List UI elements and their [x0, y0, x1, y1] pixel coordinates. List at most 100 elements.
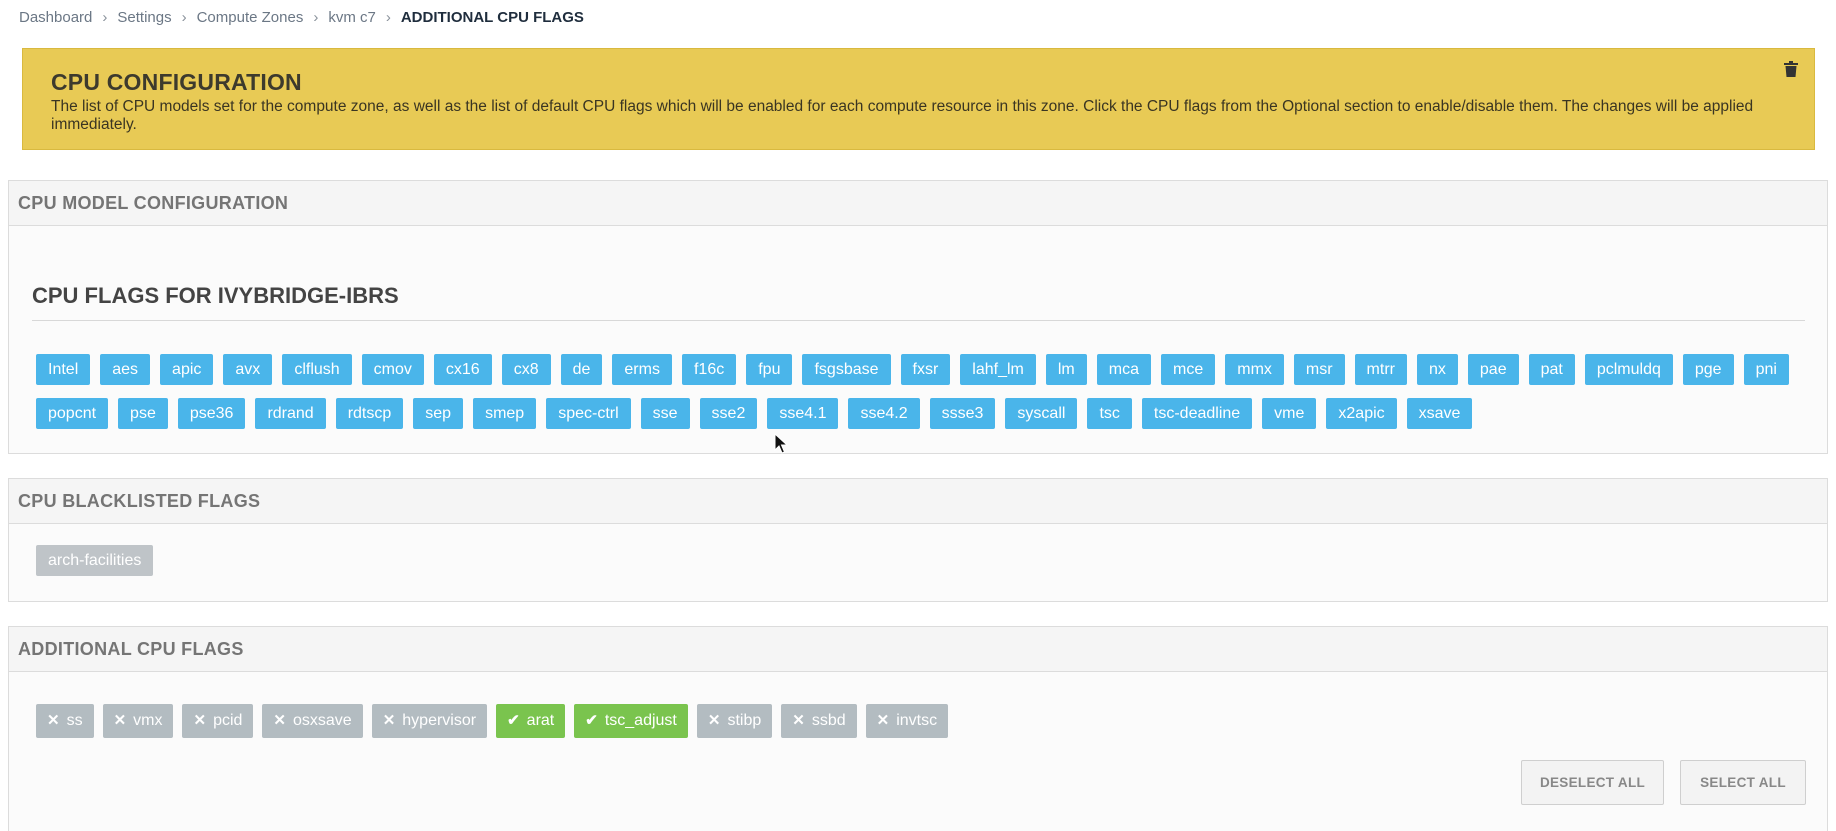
cpu-flag-tag: pse [118, 398, 168, 429]
cpu-flag-tag: pni [1743, 354, 1789, 385]
cpu-flag-tag: cx16 [433, 354, 492, 385]
cpu-flag-list: Intel aes apic avx clflush cmov cx16 cx8 de erms f… [36, 354, 1826, 429]
additional-flag-toggle-tsc_adjust[interactable]: ✔ tsc_adjust [574, 704, 688, 738]
alert-title: CPU CONFIGURATION [51, 69, 302, 95]
additional-flag-toggle-arat[interactable]: ✔ arat [496, 704, 566, 738]
additional-flag-toggle-hypervisor[interactable]: ✕ hypervisor [371, 704, 488, 738]
cpu-flag-tag: mmx [1225, 354, 1284, 385]
additional-flag-toggle-osxsave[interactable]: ✕ osxsave [262, 704, 363, 738]
cpu-flag-tag: lahf_lm [960, 354, 1036, 385]
close-icon: ✕ [193, 712, 207, 729]
cpu-flag-tag: ssse3 [929, 398, 996, 429]
additional-flag-toggle-invtsc[interactable]: ✕ invtsc [865, 704, 949, 738]
flag-label: stibp [727, 712, 762, 729]
cpu-flag-tag: f16c [681, 354, 737, 385]
check-icon: ✔ [507, 712, 520, 729]
cpu-flag-tag: pclmuldq [1584, 354, 1673, 385]
breadcrumb-kvm-c7[interactable]: kvm c7 [328, 9, 376, 26]
cpu-flag-tag: spec-ctrl [546, 398, 631, 429]
flag-label: ss [66, 712, 83, 729]
cpu-flag-tag: aes [100, 354, 151, 385]
additional-cpu-flags-panel: ADDITIONAL CPU FLAGS ✕ ss ✕ vmx ✕ pcid ✕ osxsav… [8, 626, 1828, 831]
cpu-flag-tag: vme [1262, 398, 1317, 429]
cpu-flag-tag: cmov [361, 354, 424, 385]
flag-label: vmx [133, 712, 163, 729]
cpu-flag-tag: pae [1467, 354, 1519, 385]
flag-label: osxsave [293, 712, 352, 729]
cpu-flag-tag: fxsr [900, 354, 951, 385]
cpu-flag-tag: sse4.1 [767, 398, 839, 429]
cpu-flag-tag: smep [473, 398, 537, 429]
cpu-flag-tag: pat [1528, 354, 1575, 385]
trash-icon[interactable] [1784, 61, 1798, 77]
close-icon: ✕ [113, 712, 127, 729]
cpu-flag-tag: mtrr [1354, 354, 1407, 385]
flag-label: invtsc [896, 712, 938, 729]
cpu-flag-tag: tsc [1087, 398, 1132, 429]
breadcrumb: Dashboard › Settings › Compute Zones › k… [19, 9, 584, 26]
breadcrumb-settings[interactable]: Settings [117, 9, 171, 26]
chevron-right-icon: › [313, 9, 319, 26]
additional-flag-toggle-pcid[interactable]: ✕ pcid [182, 704, 254, 738]
blacklisted-flag-list: arch-facilities [36, 545, 154, 576]
cpu-model-configuration-panel: CPU MODEL CONFIGURATION CPU FLAGS FOR IV… [8, 180, 1828, 454]
chevron-right-icon: › [181, 9, 187, 26]
breadcrumb-dashboard[interactable]: Dashboard [19, 9, 92, 26]
cpu-flag-tag: avx [223, 354, 273, 385]
cpu-flag-tag: sse4.2 [848, 398, 920, 429]
close-icon: ✕ [876, 712, 890, 729]
cpu-flag-tag: sep [413, 398, 464, 429]
additional-flag-toggle-ssbd[interactable]: ✕ ssbd [781, 704, 857, 738]
cpu-flag-tag: lm [1045, 354, 1087, 385]
close-icon: ✕ [273, 712, 286, 729]
flag-label: pcid [213, 712, 243, 729]
cpu-flag-tag: apic [160, 354, 214, 385]
cpu-flag-tag: clflush [282, 354, 352, 385]
cpu-flag-tag: xsave [1406, 398, 1473, 429]
cpu-flag-tag: mce [1161, 354, 1216, 385]
cpu-flag-tag: rdrand [255, 398, 326, 429]
chevron-right-icon: › [385, 9, 391, 26]
flag-label: arat [526, 712, 555, 729]
cpu-flag-tag: sse2 [699, 398, 758, 429]
deselect-all-button[interactable]: DESELECT ALL [1521, 760, 1664, 805]
cpu-flag-tag: syscall [1005, 398, 1078, 429]
close-icon: ✕ [382, 712, 396, 729]
cpu-flag-tag: nx [1416, 354, 1458, 385]
additional-flag-toggle-stibp[interactable]: ✕ stibp [696, 704, 773, 738]
cpu-flag-tag: Intel [36, 354, 91, 385]
select-all-button[interactable]: SELECT ALL [1680, 760, 1806, 805]
cpu-flag-tag: mca [1096, 354, 1151, 385]
cpu-configuration-alert: CPU CONFIGURATION The list of CPU models… [22, 48, 1815, 150]
cpu-flag-tag: msr [1293, 354, 1345, 385]
cpu-flag-tag: rdtscp [335, 398, 404, 429]
cpu-flag-tag: popcnt [36, 398, 109, 429]
panel-title: CPU MODEL CONFIGURATION [9, 181, 1827, 226]
blacklisted-flag-tag: arch-facilities [36, 545, 154, 576]
cpu-flag-tag: pse36 [177, 398, 246, 429]
cpu-flag-tag: pge [1682, 354, 1734, 385]
additional-flag-list: ✕ ss ✕ vmx ✕ pcid ✕ osxsave ✕ hypervisor ✔ arat ✔ tsc… [36, 704, 949, 738]
additional-flag-toggle-vmx[interactable]: ✕ vmx [102, 704, 174, 738]
cpu-flag-tag: cx8 [501, 354, 551, 385]
cpu-flag-tag: tsc-deadline [1141, 398, 1253, 429]
cpu-blacklisted-flags-panel: CPU BLACKLISTED FLAGS arch-facilities [8, 478, 1828, 602]
mouse-pointer-icon [774, 433, 788, 454]
cpu-flag-tag: de [560, 354, 603, 385]
breadcrumb-current: ADDITIONAL CPU FLAGS [400, 9, 584, 26]
check-icon: ✔ [585, 712, 598, 729]
close-icon: ✕ [47, 712, 60, 729]
chevron-right-icon: › [102, 9, 108, 26]
cpu-flag-tag: x2apic [1326, 398, 1397, 429]
panel-title: CPU BLACKLISTED FLAGS [9, 479, 1827, 524]
close-icon: ✕ [707, 712, 721, 729]
flag-label: hypervisor [402, 712, 477, 729]
close-icon: ✕ [792, 712, 805, 729]
cpu-flag-tag: erms [612, 354, 672, 385]
alert-description: The list of CPU models set for the compu… [51, 98, 1754, 133]
cpu-flag-tag: fpu [746, 354, 793, 385]
flag-label: ssbd [811, 712, 846, 729]
cpu-flag-tag: sse [640, 398, 690, 429]
breadcrumb-compute-zones[interactable]: Compute Zones [197, 9, 304, 26]
additional-flag-toggle-ss[interactable]: ✕ ss [36, 704, 94, 738]
